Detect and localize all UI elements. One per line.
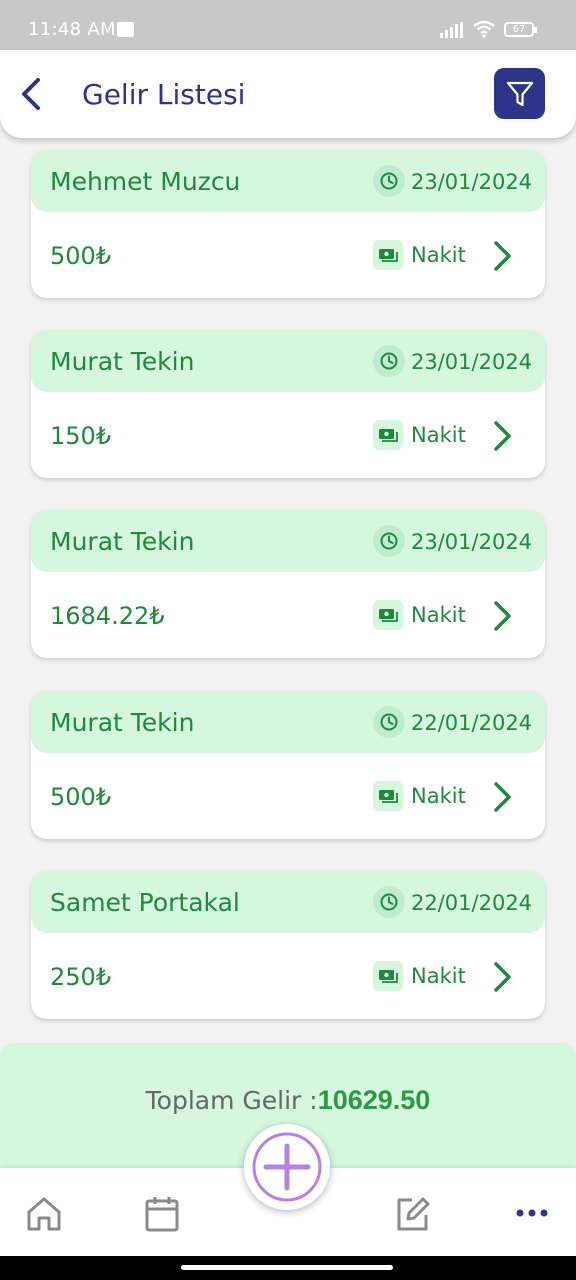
notification-icon <box>117 22 134 37</box>
payment-method: Nakit <box>411 784 466 808</box>
signal-icon <box>440 22 463 38</box>
income-name: Samet Portakal <box>50 888 240 917</box>
system-home-bar <box>0 1256 576 1280</box>
cash-icon <box>373 781 403 811</box>
status-time: 11:48 AM <box>28 19 116 40</box>
edit-icon[interactable] <box>392 1194 432 1234</box>
payment-method: Nakit <box>411 243 466 267</box>
battery-icon: 67 <box>504 22 537 37</box>
clock-icon <box>373 345 405 377</box>
filter-button[interactable] <box>494 68 545 119</box>
chevron-right-icon[interactable] <box>491 239 513 273</box>
income-date: 22/01/2024 <box>411 711 533 735</box>
wifi-icon <box>473 20 495 38</box>
calendar-icon[interactable] <box>142 1194 182 1234</box>
total-income: Toplam Gelir :10629.50 <box>0 1085 576 1116</box>
payment-method: Nakit <box>411 603 466 627</box>
income-card[interactable]: Murat Tekin 23/01/2024 150₺ Nakit <box>31 330 545 478</box>
app-header: Gelir Listesi <box>0 50 576 138</box>
income-date: 22/01/2024 <box>411 891 533 915</box>
status-bar: 11:48 AM 67 <box>0 0 576 50</box>
income-amount: 500₺ <box>50 242 112 270</box>
income-date: 23/01/2024 <box>411 170 533 194</box>
more-icon[interactable] <box>512 1194 552 1234</box>
cash-icon <box>373 420 403 450</box>
income-card[interactable]: Samet Portakal 22/01/2024 250₺ Nakit <box>31 871 545 1019</box>
home-icon[interactable] <box>24 1194 64 1234</box>
chevron-right-icon[interactable] <box>491 599 513 633</box>
income-amount: 150₺ <box>50 422 112 450</box>
chevron-right-icon[interactable] <box>491 960 513 994</box>
income-card[interactable]: Murat Tekin 23/01/2024 1684.22₺ Nakit <box>31 510 545 658</box>
cash-icon <box>373 240 403 270</box>
plus-icon <box>252 1132 322 1202</box>
clock-icon <box>373 525 405 557</box>
add-income-button[interactable] <box>244 1124 330 1210</box>
clock-icon <box>373 886 405 918</box>
income-amount: 500₺ <box>50 783 112 811</box>
page-title: Gelir Listesi <box>82 78 246 111</box>
total-income-label: Toplam Gelir : <box>145 1086 318 1115</box>
payment-method: Nakit <box>411 964 466 988</box>
income-date: 23/01/2024 <box>411 350 533 374</box>
income-name: Murat Tekin <box>50 347 195 376</box>
income-date: 23/01/2024 <box>411 530 533 554</box>
income-card[interactable]: Murat Tekin 22/01/2024 500₺ Nakit <box>31 691 545 839</box>
back-arrow-icon[interactable] <box>18 76 48 112</box>
income-name: Murat Tekin <box>50 527 195 556</box>
chevron-right-icon[interactable] <box>491 419 513 453</box>
clock-icon <box>373 706 405 738</box>
total-income-value: 10629.50 <box>317 1085 431 1115</box>
home-indicator[interactable] <box>181 1265 393 1270</box>
filter-icon <box>506 81 533 106</box>
clock-icon <box>373 165 405 197</box>
cash-icon <box>373 961 403 991</box>
income-name: Mehmet Muzcu <box>50 167 241 196</box>
payment-method: Nakit <box>411 423 466 447</box>
income-name: Murat Tekin <box>50 708 195 737</box>
income-amount: 250₺ <box>50 963 112 991</box>
income-amount: 1684.22₺ <box>50 602 165 630</box>
chevron-right-icon[interactable] <box>491 780 513 814</box>
income-card[interactable]: Mehmet Muzcu 23/01/2024 500₺ Nakit <box>31 150 545 298</box>
cash-icon <box>373 600 403 630</box>
